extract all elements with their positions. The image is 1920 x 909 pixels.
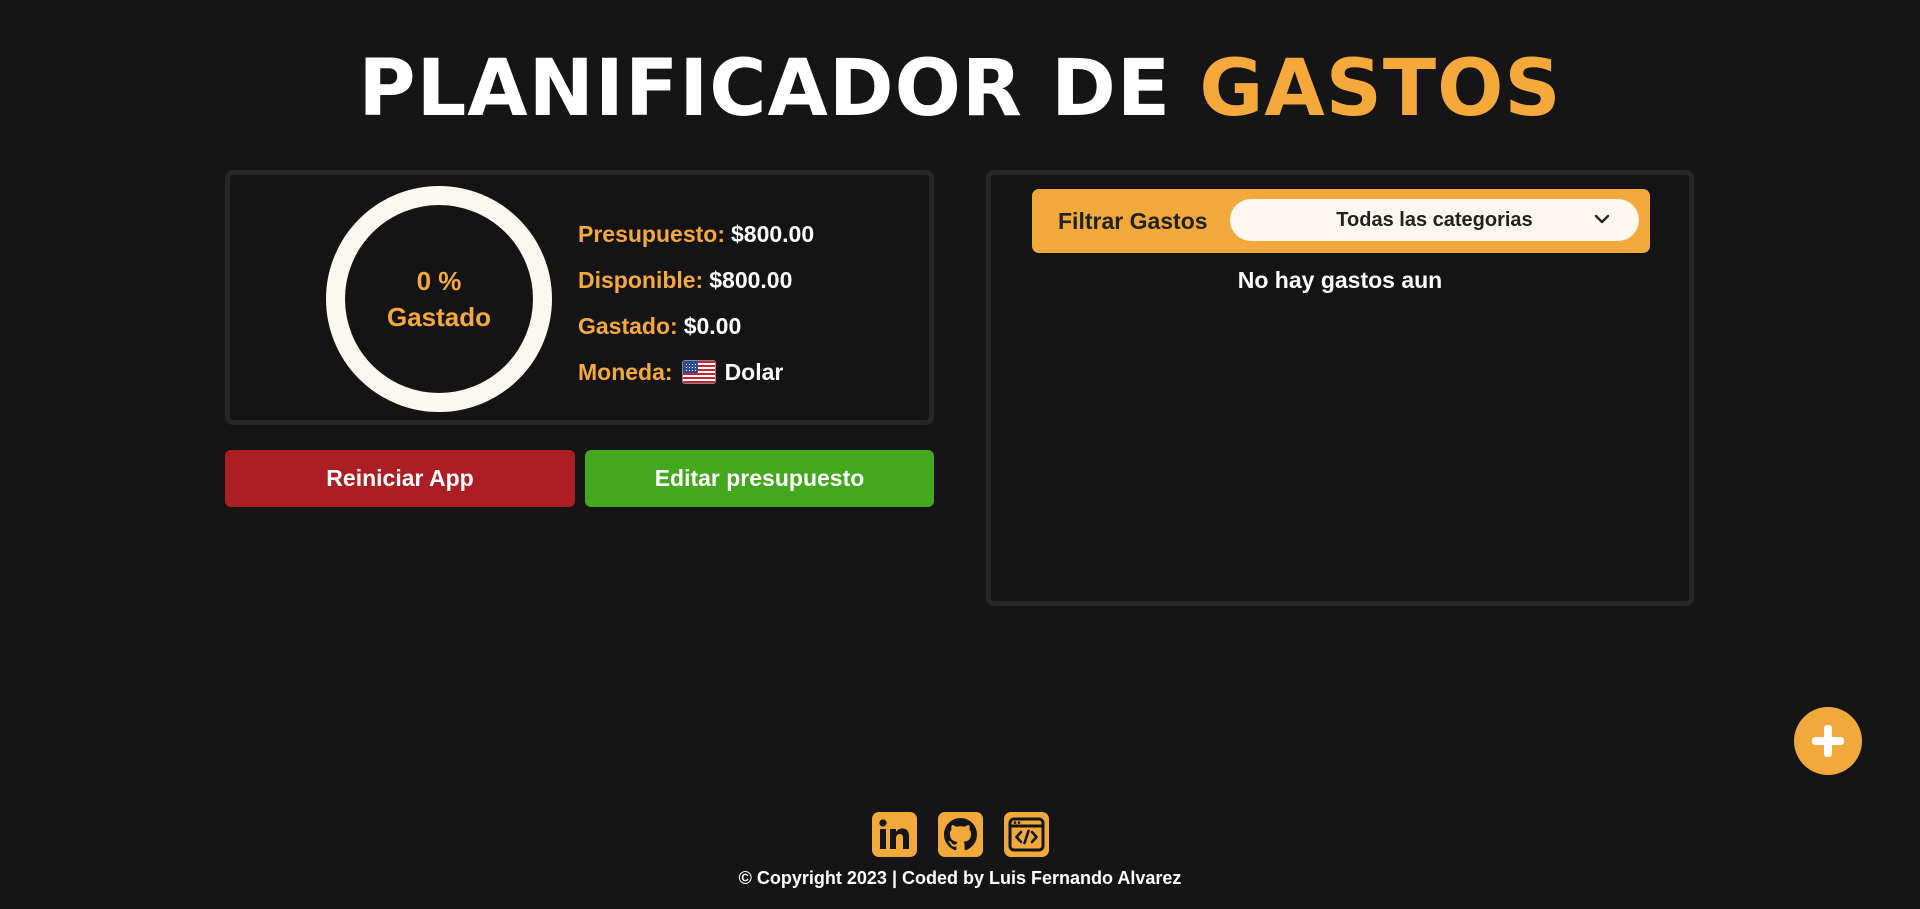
edit-budget-button[interactable]: Editar presupuesto — [585, 450, 934, 507]
linkedin-icon[interactable] — [871, 812, 917, 857]
expenses-card: Filtrar Gastos Todas las categorias No h… — [986, 170, 1694, 606]
stat-moneda: Moneda: Dolar — [578, 349, 814, 395]
stat-gastado: Gastado: $0.00 — [578, 303, 814, 349]
filter-label: Filtrar Gastos — [1058, 207, 1208, 234]
footer-copyright: © Copyright 2023 | Coded by Luis Fernand… — [738, 868, 1182, 888]
presupuesto-value: $800.00 — [730, 220, 815, 247]
filter-bar: Filtrar Gastos Todas las categorias — [1032, 189, 1650, 253]
stat-presupuesto: Presupuesto: $800.00 — [578, 211, 814, 257]
disponible-value: $800.00 — [709, 266, 793, 293]
disponible-label: Disponible: — [578, 266, 704, 293]
app-page: PLANIFICADOR DE GASTOS 0 % Gastado Presu… — [0, 0, 1920, 909]
social-links — [0, 812, 1920, 857]
spent-caption: Gastado — [386, 302, 492, 332]
add-expense-button[interactable] — [1794, 707, 1862, 775]
chevron-down-icon — [1594, 214, 1610, 224]
stat-disponible: Disponible: $800.00 — [578, 257, 814, 303]
budget-card: 0 % Gastado Presupuesto: $800.00 Disponi… — [225, 170, 934, 425]
spent-percent: 0 % — [416, 266, 462, 296]
code-portfolio-icon[interactable] — [1003, 812, 1049, 857]
empty-expenses-message: No hay gastos aun — [1237, 267, 1443, 293]
page-title: PLANIFICADOR DE GASTOS — [0, 44, 1920, 134]
spent-progress-ring: 0 % Gastado — [326, 186, 552, 412]
presupuesto-label: Presupuesto: — [578, 220, 725, 247]
reset-app-button[interactable]: Reiniciar App — [225, 450, 575, 507]
gastado-label: Gastado: — [578, 312, 678, 339]
gastado-value: $0.00 — [683, 312, 742, 339]
github-icon[interactable] — [937, 812, 983, 857]
title-part-white: PLANIFICADOR DE — [358, 44, 1200, 134]
category-filter-select[interactable]: Todas las categorias — [1230, 199, 1639, 241]
moneda-label: Moneda: — [578, 358, 673, 385]
plus-icon — [1812, 725, 1844, 757]
us-flag-icon — [681, 360, 716, 384]
budget-stats: Presupuesto: $800.00 Disponible: $800.00… — [578, 211, 814, 395]
moneda-value: Dolar — [724, 358, 784, 385]
filter-selected-value: Todas las categorias — [1336, 208, 1533, 231]
title-part-accent: GASTOS — [1199, 44, 1562, 134]
